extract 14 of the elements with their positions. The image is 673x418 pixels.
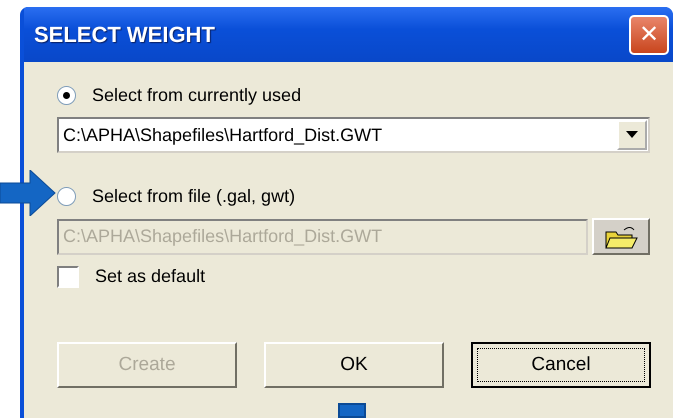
checkbox-label: Set as default	[95, 265, 206, 288]
dialog-button[interactable]: Cancel	[471, 342, 651, 388]
caret-icon	[626, 131, 638, 139]
radio-label: Select from currently used	[92, 84, 302, 107]
pointer-arrow	[0, 170, 56, 216]
dialog-button[interactable]: OK	[264, 342, 444, 388]
path-dropdown[interactable]: C:\APHA\Shapefiles\Hartford_Dist.GWT	[57, 117, 650, 153]
radio-label: Select from file (.gal, gwt)	[92, 185, 296, 208]
browse-button[interactable]	[592, 218, 650, 255]
checkbox[interactable]	[57, 266, 79, 288]
radio-button[interactable]	[57, 86, 76, 105]
window-title: SELECT WEIGHT	[34, 21, 215, 49]
marker-square	[338, 403, 366, 418]
dropdown-button[interactable]	[617, 120, 647, 150]
